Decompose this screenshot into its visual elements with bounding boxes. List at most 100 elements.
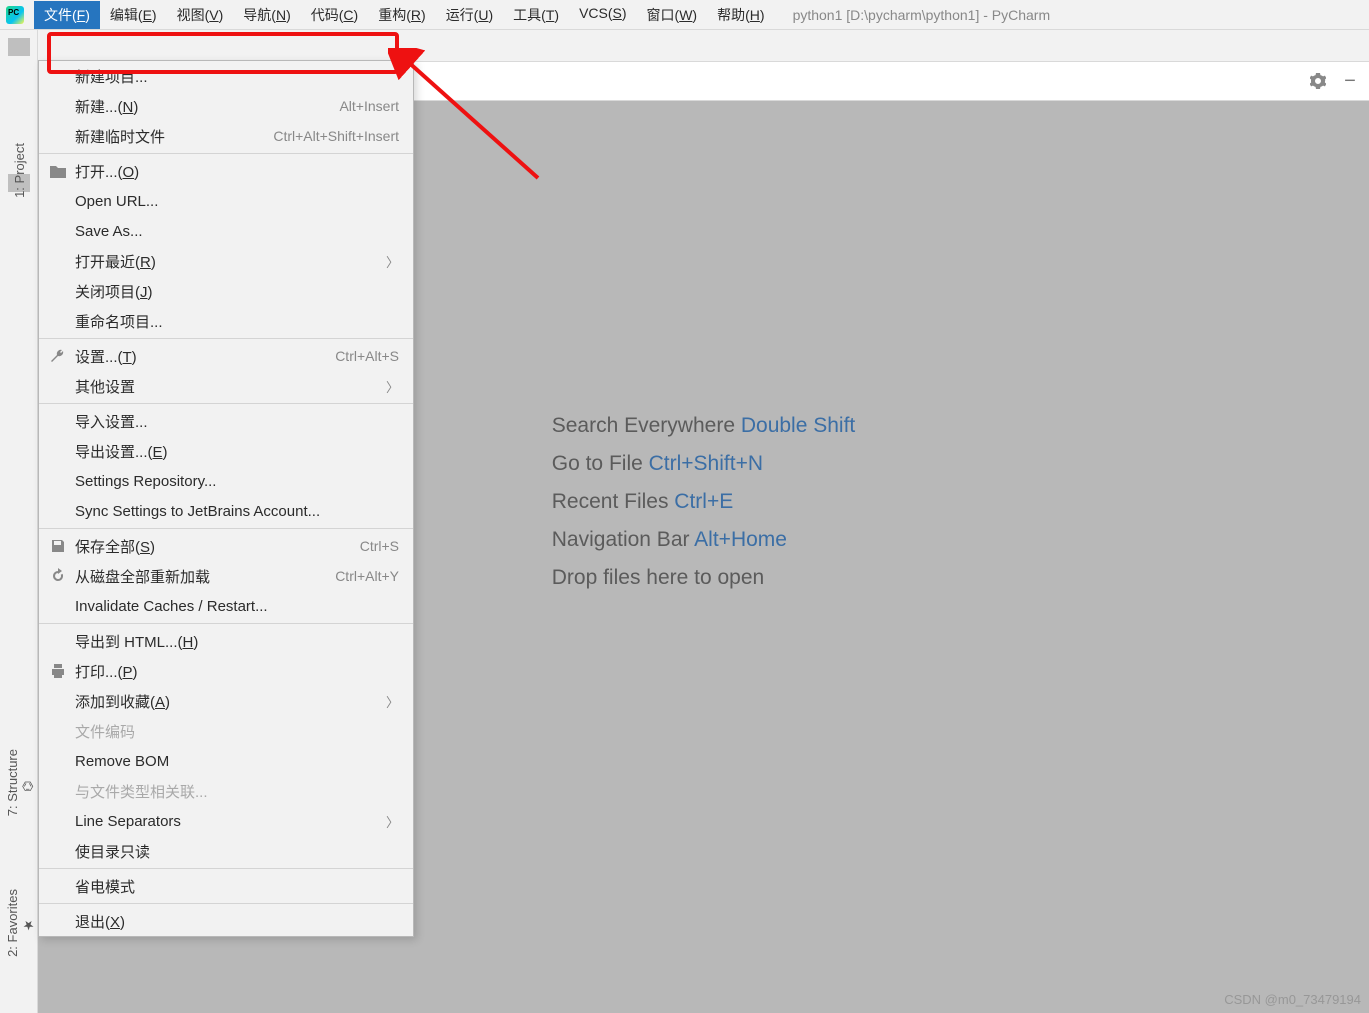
menu-item-label: 新建临时文件 bbox=[75, 126, 273, 147]
menu-VCS[interactable]: VCS(S) bbox=[569, 1, 636, 29]
menu-item-label: 重命名项目... bbox=[75, 311, 399, 332]
menu-item[interactable]: 导出设置...(E) bbox=[39, 436, 413, 466]
menu-item-label: 与文件类型相关联... bbox=[75, 781, 399, 802]
menu-item-label: 打开...(O) bbox=[75, 161, 399, 182]
menu-视图[interactable]: 视图(V) bbox=[167, 1, 234, 29]
minimize-icon[interactable]: − bbox=[1339, 70, 1361, 92]
menu-shortcut: Ctrl+S bbox=[360, 538, 399, 554]
menu-文件[interactable]: 文件(F) bbox=[34, 1, 100, 29]
menu-item[interactable]: Save As... bbox=[39, 216, 413, 246]
menu-separator bbox=[39, 153, 413, 154]
menu-item[interactable]: Settings Repository... bbox=[39, 466, 413, 496]
left-tool-rail: 1: Project 7: Structure ⌬ 2: Favorites ★ bbox=[0, 30, 38, 1013]
window-title: python1 [D:\pycharm\python1] - PyCharm bbox=[793, 7, 1051, 23]
wrench-icon bbox=[49, 347, 67, 365]
menu-item[interactable]: 新建...(N)Alt+Insert bbox=[39, 91, 413, 121]
menu-item-label: Save As... bbox=[75, 223, 399, 240]
menu-item: 与文件类型相关联... bbox=[39, 776, 413, 806]
menu-shortcut: Alt+Insert bbox=[339, 98, 399, 114]
menu-item: 文件编码 bbox=[39, 716, 413, 746]
folder-icon bbox=[8, 38, 30, 56]
menu-item[interactable]: Sync Settings to JetBrains Account... bbox=[39, 496, 413, 526]
menu-item-label: Open URL... bbox=[75, 193, 399, 210]
menu-separator bbox=[39, 903, 413, 904]
menu-item-label: 设置...(T) bbox=[75, 346, 335, 367]
menu-item-label: 从磁盘全部重新加载 bbox=[75, 566, 335, 587]
menu-窗口[interactable]: 窗口(W) bbox=[637, 1, 708, 29]
navigation-bar[interactable] bbox=[38, 30, 1369, 62]
menu-shortcut: Ctrl+Alt+Y bbox=[335, 568, 399, 584]
menu-separator bbox=[39, 868, 413, 869]
watermark: CSDN @m0_73479194 bbox=[1224, 992, 1361, 1007]
menu-separator bbox=[39, 403, 413, 404]
menu-item-label: 打印...(P) bbox=[75, 661, 399, 682]
shortcut: Ctrl+Shift+N bbox=[649, 452, 763, 475]
menu-item[interactable]: 打开最近(R) 〉 bbox=[39, 246, 413, 276]
menu-item[interactable]: 设置...(T)Ctrl+Alt+S bbox=[39, 341, 413, 371]
tool-tab-structure[interactable]: 7: Structure ⌬ bbox=[0, 723, 38, 843]
menu-separator bbox=[39, 623, 413, 624]
menu-item-label: 省电模式 bbox=[75, 876, 399, 897]
save-icon bbox=[49, 537, 67, 555]
structure-icon: ⌬ bbox=[20, 778, 34, 792]
menu-item-label: 文件编码 bbox=[75, 721, 399, 742]
menu-item[interactable]: 使目录只读 bbox=[39, 836, 413, 866]
welcome-hints: Search Everywhere Double Shift Go to Fil… bbox=[552, 400, 856, 604]
chevron-right-icon: 〉 bbox=[386, 252, 399, 271]
menu-item[interactable]: 新建临时文件Ctrl+Alt+Shift+Insert bbox=[39, 121, 413, 151]
gear-icon[interactable] bbox=[1307, 70, 1329, 92]
menu-item[interactable]: 打印...(P) bbox=[39, 656, 413, 686]
menu-item[interactable]: 添加到收藏(A) 〉 bbox=[39, 686, 413, 716]
menu-编辑[interactable]: 编辑(E) bbox=[100, 1, 167, 29]
menu-item-label: 打开最近(R) bbox=[75, 251, 380, 272]
folder-icon bbox=[49, 162, 67, 180]
menu-item-label: Remove BOM bbox=[75, 753, 399, 770]
tool-tab-favorites[interactable]: 2: Favorites ★ bbox=[0, 863, 38, 983]
menu-item[interactable]: 新建项目... bbox=[39, 61, 413, 91]
menu-item[interactable]: 重命名项目... bbox=[39, 306, 413, 336]
menu-item[interactable]: Line Separators 〉 bbox=[39, 806, 413, 836]
menu-工具[interactable]: 工具(T) bbox=[503, 1, 569, 29]
menu-item-label: Invalidate Caches / Restart... bbox=[75, 598, 399, 615]
menu-item-label: Line Separators bbox=[75, 813, 380, 830]
menu-item[interactable]: 导入设置... bbox=[39, 406, 413, 436]
tool-tab-project[interactable]: 1: Project bbox=[0, 110, 38, 230]
menu-item-label: Settings Repository... bbox=[75, 473, 399, 490]
shortcut: Alt+Home bbox=[694, 528, 787, 551]
menu-item[interactable]: Open URL... bbox=[39, 186, 413, 216]
menu-shortcut: Ctrl+Alt+S bbox=[335, 348, 399, 364]
menu-item[interactable]: 关闭项目(J) bbox=[39, 276, 413, 306]
menu-代码[interactable]: 代码(C) bbox=[301, 1, 368, 29]
chevron-right-icon: 〉 bbox=[386, 812, 399, 831]
star-icon: ★ bbox=[20, 918, 34, 932]
reload-icon bbox=[49, 567, 67, 585]
menu-item[interactable]: Invalidate Caches / Restart... bbox=[39, 591, 413, 621]
menu-item-label: 保存全部(S) bbox=[75, 536, 360, 557]
menu-导航[interactable]: 导航(N) bbox=[233, 1, 300, 29]
print-icon bbox=[49, 662, 67, 680]
menu-运行[interactable]: 运行(U) bbox=[436, 1, 503, 29]
shortcut: Ctrl+E bbox=[674, 490, 733, 513]
menu-item[interactable]: 保存全部(S)Ctrl+S bbox=[39, 531, 413, 561]
menu-重构[interactable]: 重构(R) bbox=[368, 1, 435, 29]
menu-item-label: Sync Settings to JetBrains Account... bbox=[75, 503, 399, 520]
menu-item[interactable]: 其他设置〉 bbox=[39, 371, 413, 401]
chevron-right-icon: 〉 bbox=[386, 377, 399, 396]
menu-item[interactable]: 省电模式 bbox=[39, 871, 413, 901]
menu-separator bbox=[39, 528, 413, 529]
menu-item-label: 新建项目... bbox=[75, 66, 399, 87]
menu-item-label: 添加到收藏(A) bbox=[75, 691, 380, 712]
menu-item[interactable]: 导出到 HTML...(H) bbox=[39, 626, 413, 656]
menu-item[interactable]: Remove BOM bbox=[39, 746, 413, 776]
menu-item-label: 导入设置... bbox=[75, 411, 399, 432]
menu-item-label: 新建...(N) bbox=[75, 96, 339, 117]
menu-item[interactable]: 退出(X) bbox=[39, 906, 413, 936]
menu-item-label: 使目录只读 bbox=[75, 841, 399, 862]
chevron-right-icon: 〉 bbox=[386, 692, 399, 711]
shortcut: Double Shift bbox=[741, 414, 855, 437]
menu-item[interactable]: 打开...(O) bbox=[39, 156, 413, 186]
menu-帮助[interactable]: 帮助(H) bbox=[707, 1, 774, 29]
menu-shortcut: Ctrl+Alt+Shift+Insert bbox=[273, 128, 399, 144]
menu-item[interactable]: 从磁盘全部重新加载Ctrl+Alt+Y bbox=[39, 561, 413, 591]
menu-item-label: 导出设置...(E) bbox=[75, 441, 399, 462]
